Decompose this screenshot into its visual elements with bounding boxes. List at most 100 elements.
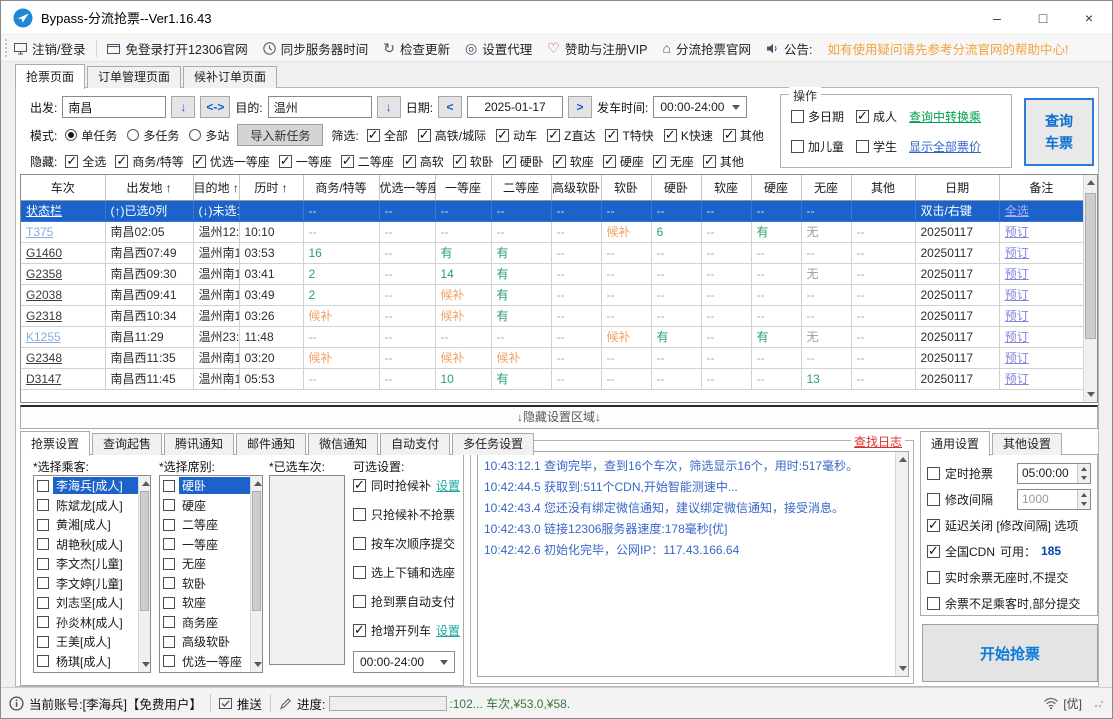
- settings-tab[interactable]: 查询起售: [92, 433, 162, 455]
- settings-tab[interactable]: 抢票设置: [20, 431, 90, 456]
- scrollbar-thumb[interactable]: [252, 491, 261, 611]
- mode-radio[interactable]: 多站: [189, 127, 229, 144]
- train-cell[interactable]: --: [551, 368, 601, 389]
- train-cell[interactable]: 候补: [435, 305, 491, 326]
- add-child-checkbox[interactable]: 加儿童: [791, 138, 844, 155]
- transfer-search-link[interactable]: 查询中转换乘: [909, 108, 981, 125]
- train-cell[interactable]: --: [801, 284, 851, 305]
- train-cell[interactable]: --: [701, 326, 751, 347]
- timed-grab-checkbox[interactable]: [927, 467, 940, 480]
- train-cell[interactable]: 2: [303, 284, 379, 305]
- train-cell[interactable]: 有: [491, 242, 551, 263]
- multi-date-checkbox[interactable]: 多日期: [791, 108, 844, 125]
- check-update-button[interactable]: ↻ 检查更新: [383, 39, 450, 58]
- train-cell[interactable]: 南昌西11:35: [105, 347, 193, 368]
- checkbox-icon[interactable]: [37, 616, 49, 628]
- partial-submit-checkbox[interactable]: [927, 597, 940, 610]
- train-cell[interactable]: --: [551, 200, 601, 221]
- seat-item[interactable]: 硬座: [160, 496, 250, 516]
- train-cell[interactable]: --: [701, 347, 751, 368]
- checkbox-icon[interactable]: [163, 577, 175, 589]
- option-waitlist-only[interactable]: 只抢候补不抢票: [353, 506, 455, 523]
- train-row[interactable]: T375南昌02:05温州12:1510:10----------候补6--有无…: [21, 221, 1084, 242]
- train-cell[interactable]: 有: [491, 284, 551, 305]
- seat-item[interactable]: 一等座: [160, 535, 250, 555]
- train-cell[interactable]: 有: [651, 326, 701, 347]
- checkbox-icon[interactable]: [37, 577, 49, 589]
- train-cell[interactable]: --: [701, 242, 751, 263]
- main-tab[interactable]: 抢票页面: [15, 64, 85, 89]
- train-row[interactable]: G2318南昌西10:34温州南14:0003:26候补--候补有-------…: [21, 305, 1084, 326]
- logout-login-button[interactable]: 注销/登录: [14, 39, 85, 58]
- column-header[interactable]: 一等座: [435, 175, 491, 200]
- train-cell[interactable]: --: [379, 368, 435, 389]
- train-cell[interactable]: --: [551, 221, 601, 242]
- scroll-down-icon[interactable]: [1087, 392, 1095, 397]
- train-cell[interactable]: 双击/右键: [915, 200, 999, 221]
- train-cell[interactable]: --: [701, 263, 751, 284]
- train-cell[interactable]: 温州23:17: [193, 326, 239, 347]
- scroll-up-icon[interactable]: [1087, 180, 1095, 185]
- train-cell[interactable]: 2: [303, 263, 379, 284]
- seat-item[interactable]: 无座: [160, 554, 250, 574]
- train-cell[interactable]: 03:49: [239, 284, 303, 305]
- mode-radio[interactable]: 多任务: [127, 127, 179, 144]
- train-row[interactable]: G2038南昌西09:41温州南13:3003:492--候补有--------…: [21, 284, 1084, 305]
- train-cell[interactable]: 无: [801, 326, 851, 347]
- train-cell[interactable]: --: [379, 242, 435, 263]
- hide-checkbox[interactable]: 硬卧: [503, 153, 544, 170]
- train-cell[interactable]: 南昌西09:30: [105, 263, 193, 284]
- column-header[interactable]: 优选一等座: [379, 175, 435, 200]
- train-cell[interactable]: --: [751, 284, 801, 305]
- train-cell[interactable]: 预订: [999, 221, 1083, 242]
- train-cell[interactable]: --: [601, 368, 651, 389]
- passenger-list-scrollbar[interactable]: [138, 476, 150, 672]
- prev-date-button[interactable]: <: [438, 96, 462, 118]
- depart-time-select[interactable]: 00:00-24:00: [653, 96, 747, 118]
- spinner-arrows-icon[interactable]: [1077, 490, 1090, 509]
- option-auto-pay[interactable]: 抢到票自动支付: [353, 593, 455, 610]
- option-time-select[interactable]: 00:00-24:00: [353, 651, 455, 673]
- train-cell[interactable]: --: [551, 326, 601, 347]
- general-tab[interactable]: 其他设置: [992, 433, 1062, 455]
- column-header[interactable]: 车次: [21, 175, 105, 200]
- train-cell[interactable]: --: [651, 263, 701, 284]
- checkbox-icon[interactable]: [37, 655, 49, 667]
- scroll-up-icon[interactable]: [254, 481, 262, 486]
- passenger-item[interactable]: 王美[成人]: [34, 632, 138, 652]
- train-cell[interactable]: 10: [435, 368, 491, 389]
- no-seat-row[interactable]: 实时余票无座时,不提交: [927, 564, 1091, 590]
- train-cell[interactable]: 有: [751, 326, 801, 347]
- train-cell[interactable]: 温州南14:00: [193, 305, 239, 326]
- seat-item[interactable]: 优选一等座: [160, 652, 250, 672]
- resize-grip[interactable]: [1094, 698, 1104, 708]
- train-cell[interactable]: --: [751, 263, 801, 284]
- checkbox-icon[interactable]: [37, 499, 49, 511]
- column-header[interactable]: 商务/特等: [303, 175, 379, 200]
- seat-list-scrollbar[interactable]: [250, 476, 262, 672]
- option-berth-seat[interactable]: 选上下铺和选座: [353, 564, 455, 581]
- train-cell[interactable]: --: [651, 347, 701, 368]
- column-header[interactable]: 目的地 ↑: [193, 175, 239, 200]
- start-grab-button[interactable]: 开始抢票: [922, 624, 1098, 682]
- train-cell[interactable]: 候补: [303, 347, 379, 368]
- date-input[interactable]: 2025-01-17: [467, 96, 563, 118]
- checkbox-icon[interactable]: [163, 597, 175, 609]
- train-cell[interactable]: --: [303, 326, 379, 347]
- hide-checkbox[interactable]: 硬座: [603, 153, 644, 170]
- checkbox-icon[interactable]: [163, 616, 175, 628]
- mode-radio[interactable]: 单任务: [65, 127, 117, 144]
- checkbox-icon[interactable]: [37, 597, 49, 609]
- option-submit-order[interactable]: 按车次顺序提交: [353, 535, 455, 552]
- column-header[interactable]: 硬座: [751, 175, 801, 200]
- hide-checkbox[interactable]: 高软: [403, 153, 444, 170]
- train-cell[interactable]: --: [551, 242, 601, 263]
- checkbox-icon[interactable]: [163, 655, 175, 667]
- train-cell[interactable]: 南昌02:05: [105, 221, 193, 242]
- train-cell[interactable]: 预订: [999, 347, 1083, 368]
- sync-time-button[interactable]: 同步服务器时间: [263, 39, 369, 58]
- seat-item[interactable]: 软座: [160, 593, 250, 613]
- train-cell[interactable]: 预订: [999, 326, 1083, 347]
- column-header[interactable]: 二等座: [491, 175, 551, 200]
- train-cell[interactable]: --: [851, 263, 915, 284]
